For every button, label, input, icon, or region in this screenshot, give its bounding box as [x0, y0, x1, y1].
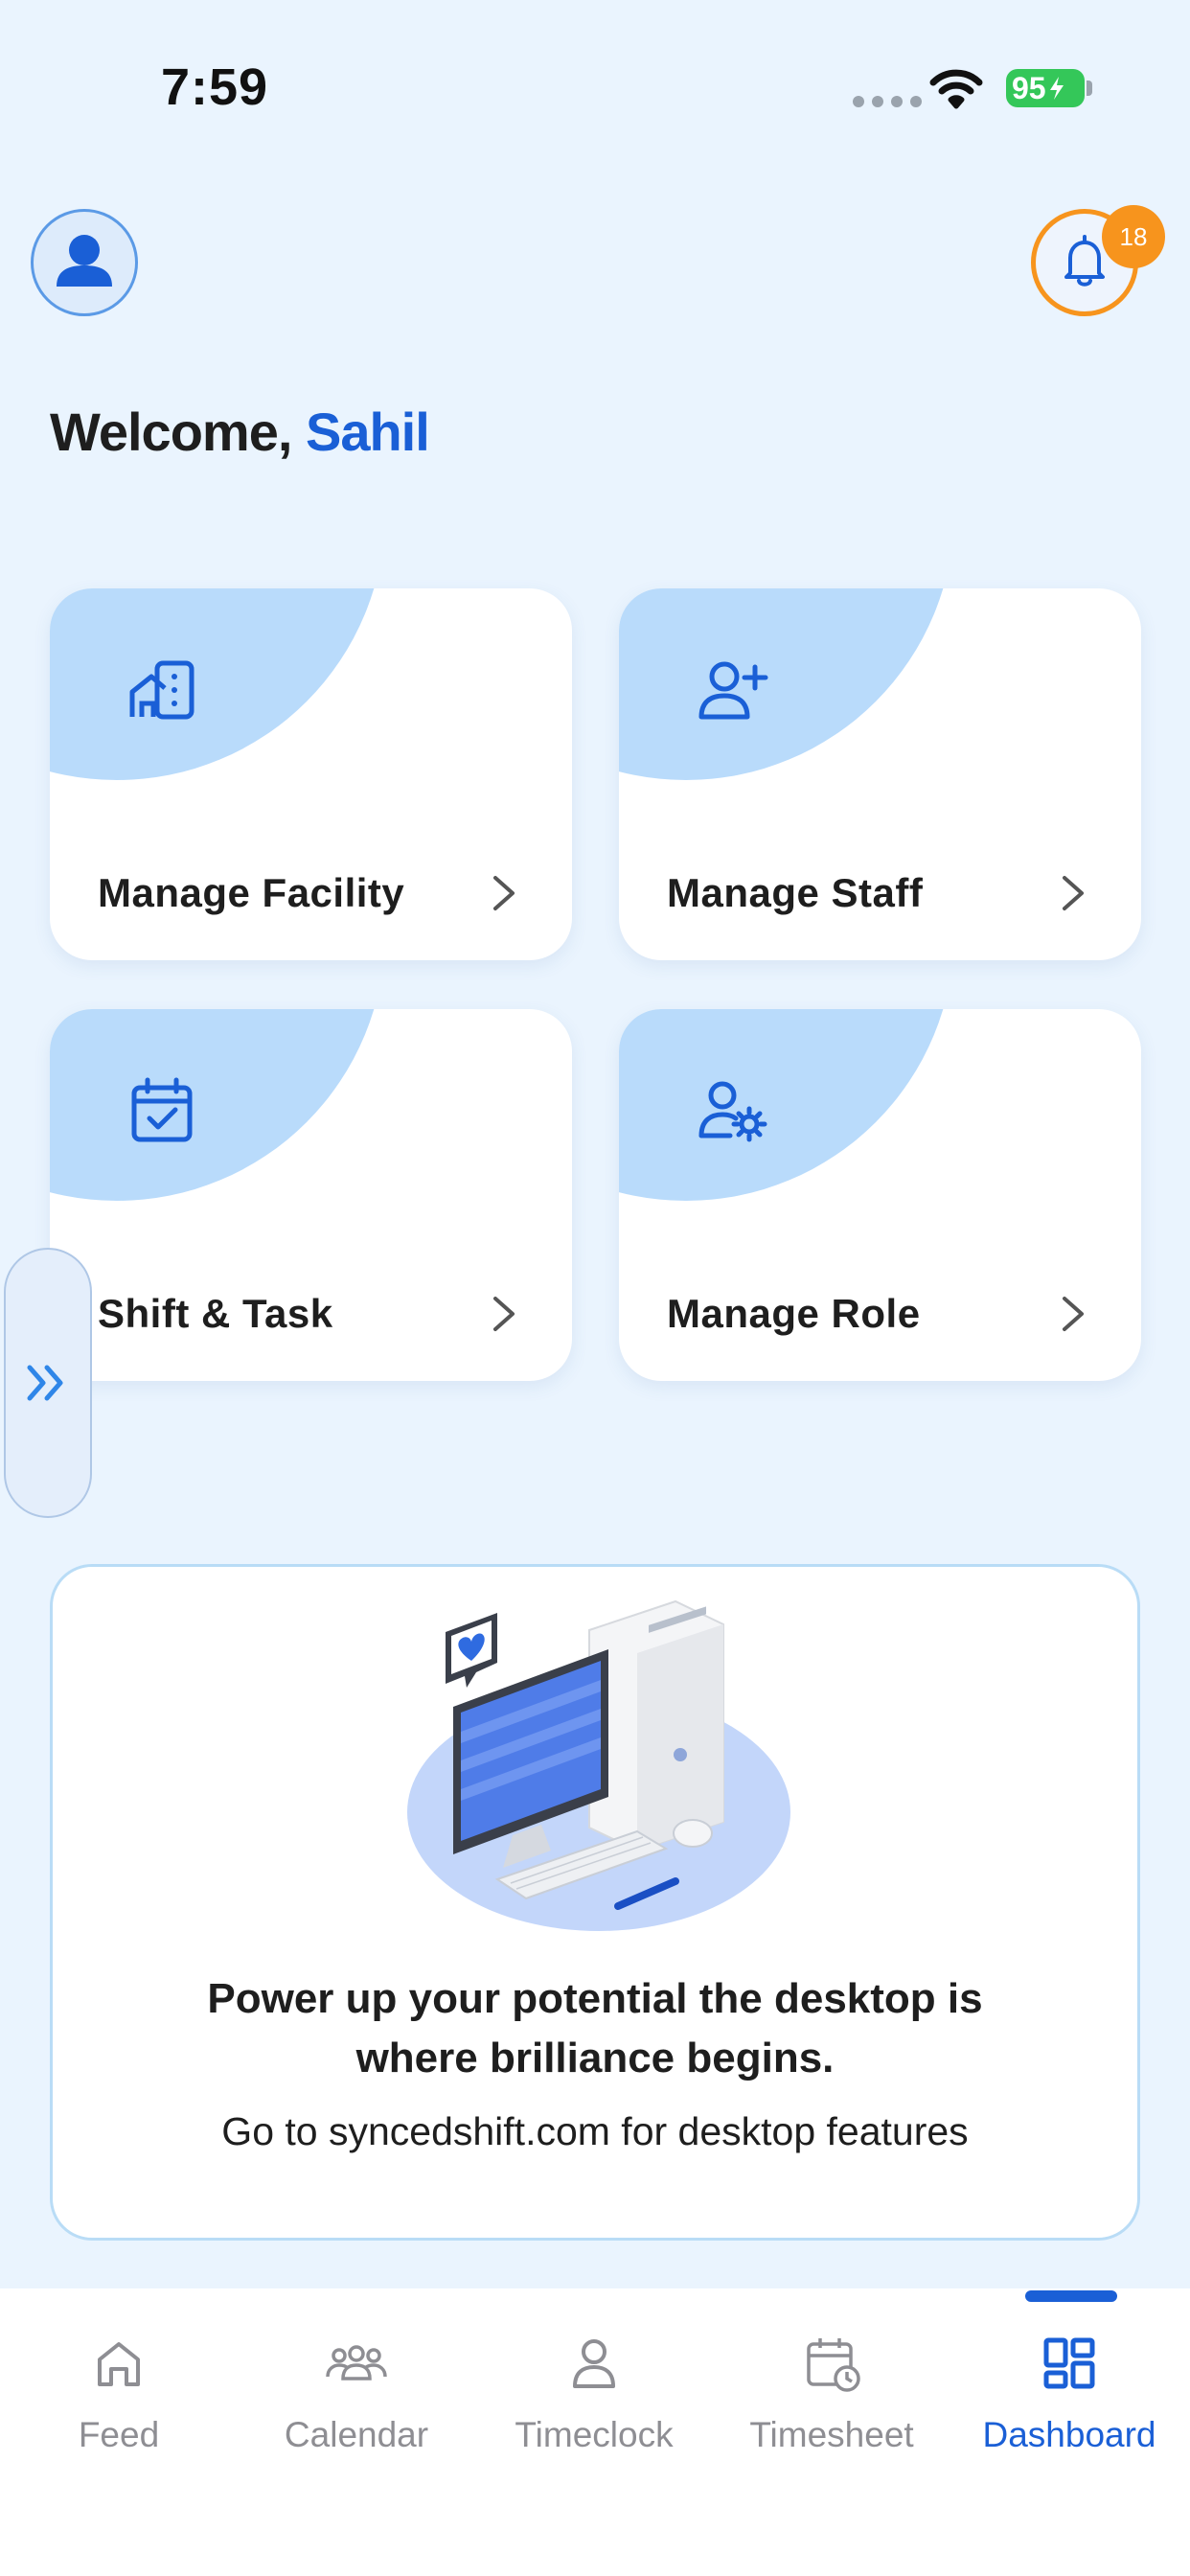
side-drawer-handle[interactable]	[4, 1248, 92, 1518]
tile-decoration	[50, 588, 385, 780]
tile-label: Shift & Task	[98, 1291, 333, 1336]
tab-timeclock[interactable]: Timeclock	[475, 2319, 713, 2472]
chevron-right-icon	[493, 1297, 515, 1331]
manage-staff-tile[interactable]: Manage Staff	[619, 588, 1141, 960]
manage-facility-tile[interactable]: Manage Facility	[50, 588, 572, 960]
tile-label: Manage Staff	[667, 870, 924, 915]
wifi-icon	[929, 67, 983, 114]
chevron-right-icon	[1063, 1297, 1084, 1331]
cellular-signal-icon	[853, 96, 922, 107]
tile-decoration	[619, 588, 954, 780]
tab-label: Dashboard	[982, 2415, 1156, 2454]
notification-badge: 18	[1102, 205, 1165, 268]
welcome-heading: Welcome, Sahil	[50, 401, 430, 463]
tab-label: Feed	[78, 2415, 160, 2454]
active-tab-indicator	[1025, 2290, 1117, 2302]
tab-label: Timesheet	[749, 2415, 914, 2454]
tab-feed[interactable]: Feed	[0, 2319, 238, 2472]
promo-subtitle: Go to syncedshift.com for desktop featur…	[221, 2109, 969, 2153]
tab-calendar[interactable]: Calendar	[238, 2319, 475, 2472]
promo-title: Power up your potential the desktop is w…	[207, 1975, 983, 2082]
dashboard-icon	[1043, 2337, 1095, 2389]
battery-level: 95	[1012, 70, 1046, 105]
group-icon	[326, 2345, 387, 2380]
chevron-right-icon	[493, 876, 515, 910]
tab-label: Calendar	[284, 2415, 429, 2454]
tile-decoration	[619, 1009, 954, 1201]
tile-decoration	[50, 1009, 385, 1201]
home-icon	[98, 2342, 140, 2386]
battery-cap	[1087, 80, 1092, 96]
calendar-clock-icon	[807, 2338, 860, 2392]
welcome-greeting: Welcome,	[50, 402, 292, 462]
tab-label: Timeclock	[515, 2415, 674, 2454]
double-chevron-right-icon	[27, 1365, 63, 1401]
shift-task-tile[interactable]: Shift & Task	[50, 1009, 572, 1381]
avatar-button[interactable]	[31, 209, 138, 316]
desktop-promo-card: Power up your potential the desktop is w…	[50, 1564, 1140, 2241]
manage-role-tile[interactable]: Manage Role	[619, 1009, 1141, 1381]
tab-timesheet[interactable]: Timesheet	[713, 2319, 950, 2472]
tile-label: Manage Facility	[98, 870, 405, 915]
user-gear-icon	[698, 1081, 767, 1142]
desktop-computer-illustration	[407, 1599, 790, 1931]
user-name: Sahil	[305, 402, 430, 462]
building-icon	[129, 660, 195, 720]
status-time: 7:59	[161, 58, 269, 116]
user-plus-icon	[698, 661, 768, 720]
person-icon	[573, 2339, 615, 2388]
tab-dashboard[interactable]: Dashboard	[950, 2319, 1188, 2472]
chevron-right-icon	[1063, 876, 1084, 910]
tile-label: Manage Role	[667, 1291, 921, 1336]
user-icon	[57, 235, 112, 287]
calendar-check-icon	[131, 1077, 193, 1142]
battery-indicator: 95	[1006, 69, 1085, 107]
